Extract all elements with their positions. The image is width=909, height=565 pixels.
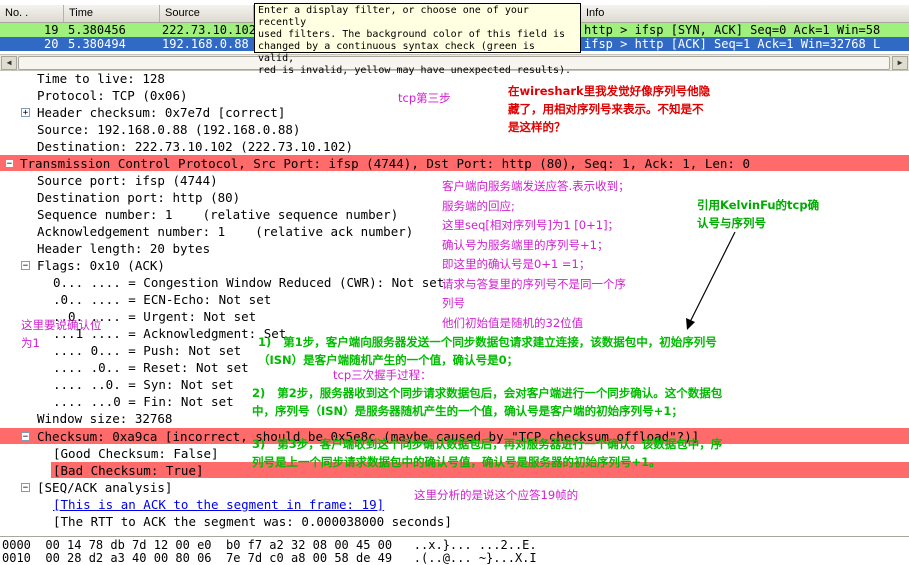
column-header-source[interactable]: Source (160, 5, 254, 22)
collapse-minus-icon[interactable]: − (21, 432, 30, 442)
annotation-wireshark-note: 在wireshark里我发觉好像序列号他隐 藏了，用相对序列号来表示。不知是不 … (508, 84, 711, 134)
tree-item[interactable]: [Bad Checksum: True] (53, 462, 204, 479)
packet-source: 222.73.10.102 (162, 23, 256, 37)
collapse-minus-icon[interactable]: − (5, 159, 14, 169)
tree-item[interactable]: Destination port: http (80) (37, 189, 240, 206)
tree-item[interactable]: Sequence number: 1 (relative sequence nu… (37, 206, 398, 223)
packet-no: 20 (44, 37, 59, 51)
collapse-minus-icon[interactable]: − (21, 483, 30, 493)
annotation-tcp-step3: tcp第三步 (398, 91, 451, 105)
tree-item[interactable]: Acknowledgement number: 1 (relative ack … (37, 223, 413, 240)
tree-item[interactable]: Time to live: 128 (37, 70, 165, 87)
column-header-info[interactable]: Info (581, 5, 909, 22)
tree-item[interactable]: Header checksum: 0x7e7d [correct] (37, 104, 285, 121)
tree-item[interactable]: Window size: 32768 (37, 410, 172, 427)
hex-line[interactable]: 0010 00 28 d2 a3 40 00 80 06 7e 7d c0 a8… (2, 552, 537, 565)
packet-time: 5.380456 (68, 23, 126, 37)
packet-source: 192.168.0.88 (162, 37, 249, 51)
tree-item[interactable]: [The RTT to ACK the segment was: 0.00003… (53, 513, 452, 530)
seqack-item[interactable]: [SEQ/ACK analysis] (37, 479, 172, 496)
packet-time: 5.380494 (68, 37, 126, 51)
expand-plus-icon[interactable]: + (21, 108, 30, 118)
flags-item[interactable]: Flags: 0x10 (ACK) (37, 257, 165, 274)
ack-frame-link[interactable]: [This is an ACK to the segment in frame:… (53, 496, 384, 513)
column-header-no[interactable]: No. . (0, 5, 64, 22)
annotation-step1: 1) 第1步，客户端向服务器发送一个同步数据包请求建立连接，该数据包中，初始序列… (258, 335, 717, 367)
flag-item[interactable]: .... .0.. = Reset: Not set (53, 359, 249, 376)
tree-item[interactable]: Header length: 20 bytes (37, 240, 210, 257)
annotation-analysis-note: 这里分析的是说这个应答19帧的 (414, 488, 579, 502)
packet-no: 19 (44, 23, 59, 37)
hex-pane: 0000 00 14 78 db 7d 12 00 e0 b0 f7 a2 32… (0, 536, 909, 565)
annotation-quote-kelvin: 引用KelvinFu的tcp确 认号与序列号 (697, 198, 820, 230)
scroll-right-icon[interactable]: ▶ (892, 56, 908, 70)
filter-tooltip: Enter a display filter, or choose one of… (254, 3, 581, 76)
tcp-header-item[interactable]: Transmission Control Protocol, Src Port:… (20, 155, 750, 172)
packet-info: ifsp > http [ACK] Seq=1 Ack=1 Win=32768 … (584, 37, 881, 51)
flag-item[interactable]: .0.. .... = ECN-Echo: Not set (53, 291, 271, 308)
flag-item[interactable]: .... ...0 = Fin: Not set (53, 393, 234, 410)
column-header-time[interactable]: Time (64, 5, 160, 22)
tree-item[interactable]: Source port: ifsp (4744) (37, 172, 218, 189)
flag-item[interactable]: 0... .... = Congestion Window Reduced (C… (53, 274, 444, 291)
annotation-step2: 2) 第2步，服务器收到这个同步请求数据包后，会对客户端进行一个同步确认。这个数… (252, 386, 723, 418)
tree-item[interactable]: [Good Checksum: False] (53, 445, 219, 462)
scroll-left-icon[interactable]: ◀ (1, 56, 17, 70)
collapse-minus-icon[interactable]: − (21, 261, 30, 271)
annotation-handshake: tcp三次握手过程： (333, 368, 432, 382)
tree-item[interactable]: Destination: 222.73.10.102 (222.73.10.10… (37, 138, 353, 155)
annotation-step3: 3) 第3步，客户端收到这个同步确认数据包后，再对服务器进行一个确认。该数据包中… (252, 437, 723, 469)
packet-info: http > ifsp [SYN, ACK] Seq=0 Ack=1 Win=5… (584, 23, 881, 37)
annotation-client-reply: 客户端向服务端发送应答.表示收到； 服务端的回应; 这里seq[相对序列号]为1… (442, 179, 630, 330)
tree-item[interactable]: Source: 192.168.0.88 (192.168.0.88) (37, 121, 300, 138)
annotation-ack-position: 这里要说确认位 为1 (21, 318, 102, 350)
flag-item[interactable]: .... ..0. = Syn: Not set (53, 376, 234, 393)
tree-item[interactable]: Protocol: TCP (0x06) (37, 87, 188, 104)
